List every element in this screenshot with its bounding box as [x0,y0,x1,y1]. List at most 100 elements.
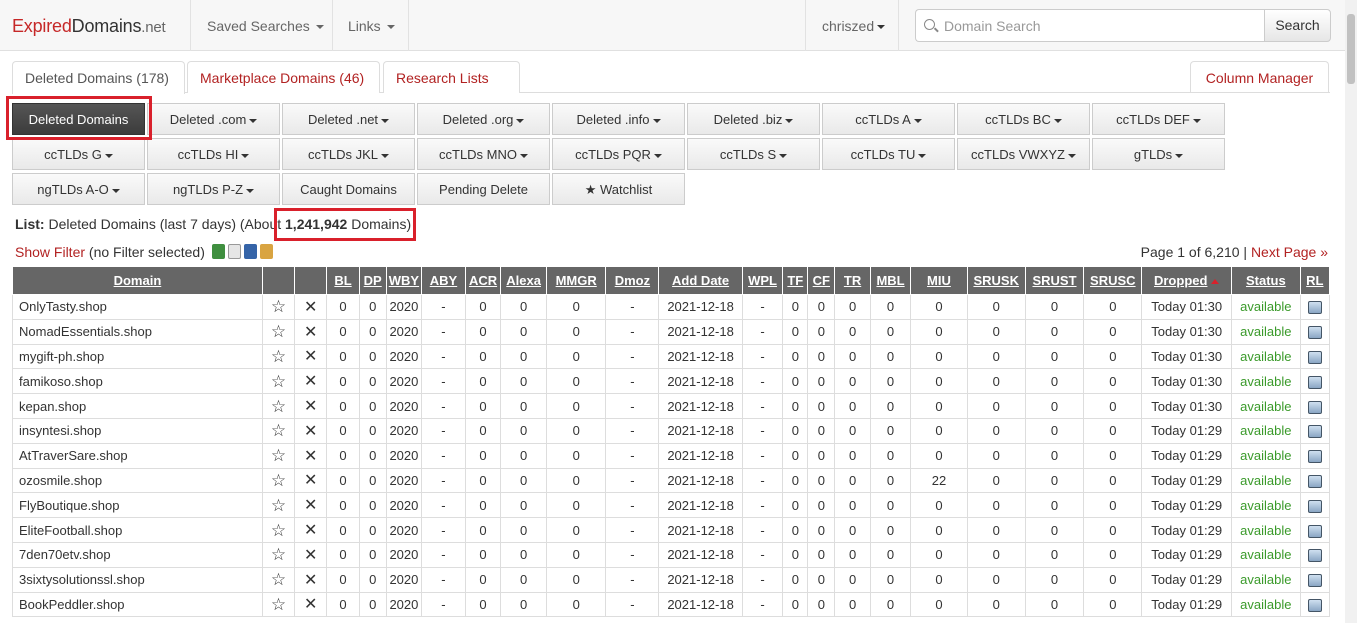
registrar-list-icon[interactable] [1307,598,1322,612]
domain-name-link[interactable]: FlyBoutique.shop [12,492,263,519]
registrar-list-icon[interactable] [1307,475,1322,488]
domain-name-link[interactable]: BookPeddler.shop [12,591,263,618]
star-icon[interactable]: ☆ [271,347,286,366]
text-export-icon[interactable] [227,244,241,259]
star-icon[interactable]: ☆ [271,397,286,416]
filter-button-cctlds-mno[interactable]: ccTLDs MNO [417,138,550,170]
column-header-miu[interactable]: MIU [910,266,968,295]
close-icon[interactable]: ✕ [304,299,317,316]
column-header-dropped[interactable]: Dropped [1141,266,1232,295]
registrar-list-icon[interactable] [1307,425,1322,439]
column-header-cf[interactable]: CF [807,266,836,295]
column-header-srusc[interactable]: SRUSC [1083,266,1143,295]
star-icon[interactable]: ☆ [271,471,286,490]
column-header-rl[interactable]: RL [1299,266,1331,295]
column-header-tf[interactable]: TF [782,266,809,295]
scrollbar-thumb[interactable] [1347,14,1355,84]
filter-button-deleted-biz[interactable]: Deleted .biz [687,103,820,135]
column-manager-tab[interactable]: Column Manager [1190,61,1329,93]
registrar-list-icon[interactable] [1307,499,1322,513]
filter-button-cctlds-a[interactable]: ccTLDs A [822,103,955,135]
registrar-list-icon[interactable] [1307,524,1322,538]
registrar-list-icon[interactable] [1307,326,1322,340]
registrar-list-icon[interactable] [1307,351,1322,365]
tab-deleted-domains[interactable]: Deleted Domains (178) [12,61,185,94]
filter-button-caught-domains[interactable]: Caught Domains [282,173,415,205]
star-icon[interactable]: ☆ [271,545,286,564]
registrar-list-icon[interactable] [1307,301,1322,315]
close-icon[interactable]: ✕ [304,373,317,390]
domain-search-input[interactable] [944,10,1254,41]
column-header-dp[interactable]: DP [358,266,387,295]
saved-searches-menu[interactable]: Saved Searches [207,0,324,51]
close-icon[interactable]: ✕ [304,572,317,589]
filter-button-deleted-org[interactable]: Deleted .org [417,103,550,135]
close-icon[interactable]: ✕ [304,522,317,539]
excel-export-icon[interactable] [211,244,225,259]
column-header-dmoz[interactable]: Dmoz [605,266,660,295]
save-icon[interactable] [243,244,257,259]
filter-button-cctlds-g[interactable]: ccTLDs G [12,138,145,170]
filter-button-ngtlds-p-z[interactable]: ngTLDs P-Z [147,173,280,205]
domain-name-link[interactable]: AtTraverSare.shop [12,442,263,469]
user-menu[interactable]: chriszed [822,0,886,51]
close-icon[interactable]: ✕ [304,472,317,489]
show-filter-link[interactable]: Show Filter [15,244,85,260]
close-icon[interactable]: ✕ [304,547,317,564]
star-icon[interactable]: ☆ [271,421,286,440]
star-icon[interactable]: ☆ [271,372,286,391]
star-icon[interactable]: ☆ [271,297,286,316]
close-icon[interactable]: ✕ [304,596,317,613]
column-header-wpl[interactable]: WPL [741,266,784,295]
column-header-aby[interactable]: ABY [421,266,466,295]
star-icon[interactable]: ☆ [271,595,286,614]
star-icon[interactable]: ☆ [271,446,286,465]
links-menu[interactable]: Links [348,0,395,51]
star-icon[interactable]: ☆ [271,496,286,515]
filter-button-cctlds-s[interactable]: ccTLDs S [687,138,820,170]
column-header-bl[interactable]: BL [326,266,360,295]
filter-button-cctlds-tu[interactable]: ccTLDs TU [822,138,955,170]
registrar-list-icon[interactable] [1307,400,1322,414]
domain-name-link[interactable]: ozosmile.shop [12,467,263,494]
filter-button-cctlds-pqr[interactable]: ccTLDs PQR [552,138,685,170]
registrar-list-icon[interactable] [1307,549,1322,563]
column-header-wby[interactable]: WBY [385,266,423,295]
domain-name-link[interactable]: 3sixtysolutionssl.shop [12,566,263,593]
close-icon[interactable]: ✕ [304,448,317,465]
tab-marketplace-domains[interactable]: Marketplace Domains (46) [187,61,380,93]
close-icon[interactable]: ✕ [304,497,317,514]
domain-name-link[interactable]: NomadEssentials.shop [12,318,263,345]
filter-button-deleted-net[interactable]: Deleted .net [282,103,415,135]
domain-name-link[interactable]: insyntesi.shop [12,417,263,444]
column-header-tr[interactable]: TR [834,266,871,295]
domain-name-link[interactable]: kepan.shop [12,393,263,419]
column-header-mmgr[interactable]: MMGR [546,266,607,295]
column-header-add-date[interactable]: Add Date [658,266,743,295]
star-icon[interactable]: ☆ [271,322,286,341]
column-header-mbl[interactable]: MBL [869,266,912,295]
tab-research-lists[interactable]: Research Lists (4) [383,61,520,118]
filter-button-pending-delete[interactable]: Pending Delete [417,173,550,205]
domain-name-link[interactable]: mygift-ph.shop [12,343,263,370]
filter-button-deleted-info[interactable]: Deleted .info [552,103,685,135]
registrar-list-icon[interactable] [1307,375,1322,389]
close-icon[interactable]: ✕ [304,348,317,365]
clipboard-icon[interactable] [259,244,273,259]
close-icon[interactable]: ✕ [304,398,317,415]
next-page-link[interactable]: Next Page » [1251,244,1328,260]
search-button[interactable]: Search [1264,9,1331,42]
domain-name-link[interactable]: famikoso.shop [12,368,263,395]
filter-button-cctlds-def[interactable]: ccTLDs DEF [1092,103,1225,135]
vertical-scrollbar[interactable] [1345,0,1357,623]
close-icon[interactable]: ✕ [304,324,317,341]
close-icon[interactable]: ✕ [304,423,317,440]
filter-button-cctlds-hi[interactable]: ccTLDs HI [147,138,280,170]
star-icon[interactable]: ☆ [271,521,286,540]
column-header-srust[interactable]: SRUST [1024,266,1085,295]
column-header-domain[interactable]: Domain [12,266,263,295]
domain-name-link[interactable]: 7den70etv.shop [12,541,263,568]
site-logo[interactable]: ExpiredDomains.net [12,16,166,37]
column-header-acr[interactable]: ACR [464,266,502,295]
filter-button-cctlds-vwxyz[interactable]: ccTLDs VWXYZ [957,138,1090,170]
